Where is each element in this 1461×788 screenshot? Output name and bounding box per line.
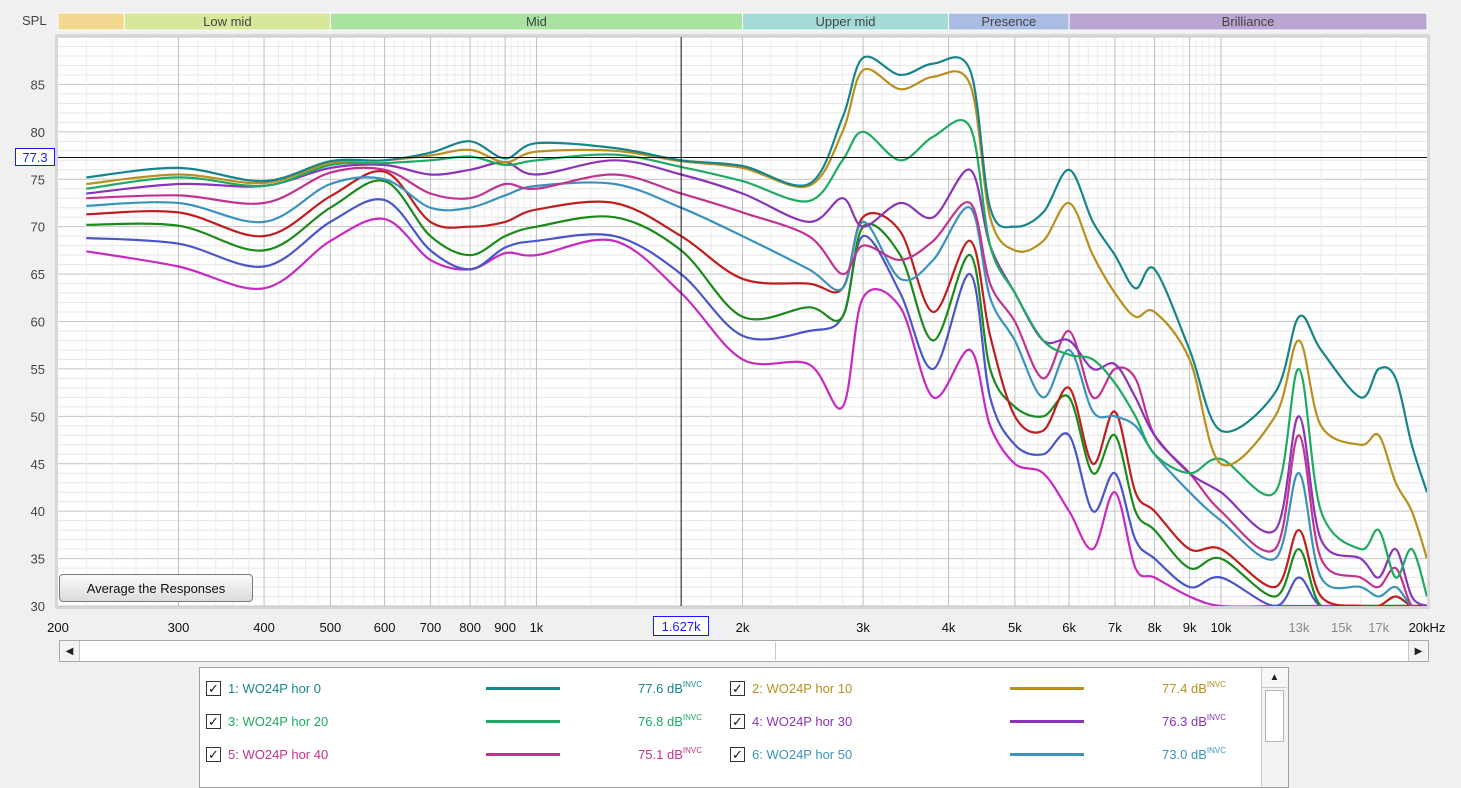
legend-item[interactable]: ✓ 2: WO24P hor 10 77.4 dBINVC	[730, 677, 1226, 699]
legend-checkbox[interactable]: ✓	[206, 680, 221, 696]
y-tick-label: 55	[31, 362, 45, 377]
x-tick-label: 2k	[736, 620, 750, 635]
legend-level-value: 77.4 dBINVC	[1162, 680, 1226, 696]
x-tick-label: 5k	[1008, 620, 1022, 635]
legend-label: 3: WO24P hor 20	[228, 713, 329, 729]
legend-label: 1: WO24P hor 0	[228, 680, 321, 696]
y-axis-label: SPL	[22, 13, 47, 28]
legend-item[interactable]: ✓ 5: WO24P hor 40 75.1 dBINVC	[206, 743, 702, 765]
band-label: Low mid	[203, 14, 251, 29]
legend-checkbox[interactable]: ✓	[206, 713, 221, 729]
x-tick-label: 500	[320, 620, 342, 635]
x-tick-label: 15k	[1331, 620, 1352, 635]
legend-level-suffix: INVC	[682, 713, 702, 722]
legend-level-number: 75.1 dB	[638, 747, 683, 762]
legend-level-value: 73.0 dBINVC	[1162, 746, 1226, 762]
legend-level-suffix: INVC	[682, 680, 702, 689]
legend-level-value: 75.1 dBINVC	[638, 746, 702, 762]
legend-level-number: 77.4 dB	[1162, 681, 1207, 696]
x-tick-label: 6k	[1062, 620, 1076, 635]
x-tick-label: 300	[168, 620, 190, 635]
band-0	[57, 12, 125, 31]
x-tick-label: 9k	[1183, 620, 1197, 635]
cursor-spl-readout: 77.3	[15, 148, 55, 167]
legend-checkbox[interactable]: ✓	[730, 746, 745, 762]
x-tick-label: 17k	[1368, 620, 1389, 635]
measurement-legend[interactable]: ▲ ✓ 1: WO24P hor 0 77.6 dBINVC ✓ 2: WO24P ho…	[199, 667, 1289, 788]
legend-line-swatch	[486, 753, 560, 756]
legend-level-suffix: INVC	[1206, 680, 1226, 689]
legend-item[interactable]: ✓ 3: WO24P hor 20 76.8 dBINVC	[206, 710, 702, 732]
x-tick-label: 400	[253, 620, 275, 635]
legend-checkbox[interactable]: ✓	[730, 713, 745, 729]
legend-level-number: 73.0 dB	[1162, 747, 1207, 762]
x-tick-label: 200	[47, 620, 69, 635]
legend-label: 4: WO24P hor 30	[752, 713, 853, 729]
y-tick-label: 80	[31, 125, 45, 140]
scroll-right-icon[interactable]: ▶	[1408, 641, 1428, 661]
legend-level-suffix: INVC	[682, 746, 702, 755]
x-tick-label: 8k	[1148, 620, 1162, 635]
x-tick-label: 800	[459, 620, 481, 635]
y-tick-label: 70	[31, 220, 45, 235]
legend-scrollbar[interactable]: ▲	[1261, 668, 1288, 787]
legend-item[interactable]: ✓ 4: WO24P hor 30 76.3 dBINVC	[730, 710, 1226, 732]
y-tick-label: 60	[31, 315, 45, 330]
average-responses-button[interactable]: Average the Responses	[59, 574, 253, 602]
legend-line-swatch	[486, 687, 560, 690]
legend-label: 6: WO24P hor 50	[752, 746, 853, 762]
legend-line-swatch	[1010, 753, 1084, 756]
legend-checkbox[interactable]: ✓	[730, 680, 745, 696]
scroll-left-icon[interactable]: ◀	[60, 641, 80, 661]
x-tick-label: 7k	[1108, 620, 1122, 635]
y-tick-label: 45	[31, 457, 45, 472]
frequency-response-chart[interactable]: Low mid Mid Upper mid Presence Brilliance SP…	[0, 0, 1461, 640]
horizontal-scrollbar[interactable]: ◀ ▶	[59, 640, 1429, 662]
scrollbar-thumb[interactable]	[80, 642, 776, 660]
y-tick-label: 50	[31, 409, 45, 424]
x-tick-label: 13k	[1288, 620, 1309, 635]
x-tick-label: 1k	[530, 620, 544, 635]
y-tick-label: 40	[31, 504, 45, 519]
legend-level-number: 77.6 dB	[638, 681, 683, 696]
legend-scrollbar-thumb[interactable]	[1265, 690, 1284, 742]
cursor-frequency-readout: 1.627k	[653, 616, 710, 636]
legend-level-number: 76.8 dB	[638, 714, 683, 729]
y-tick-label: 65	[31, 267, 45, 282]
x-tick-label: 4k	[942, 620, 956, 635]
band-label: Presence	[981, 14, 1036, 29]
x-tick-label: 20kHz	[1409, 620, 1446, 635]
legend-line-swatch	[486, 720, 560, 723]
legend-level-suffix: INVC	[1206, 713, 1226, 722]
legend-level-value: 76.8 dBINVC	[638, 713, 702, 729]
legend-level-number: 76.3 dB	[1162, 714, 1207, 729]
y-tick-label: 35	[31, 552, 45, 567]
legend-label: 2: WO24P hor 10	[752, 680, 853, 696]
legend-level-suffix: INVC	[1206, 746, 1226, 755]
scroll-up-icon[interactable]: ▲	[1262, 668, 1287, 688]
y-tick-label: 85	[31, 77, 45, 92]
x-tick-label: 10k	[1210, 620, 1231, 635]
legend-item[interactable]: ✓ 1: WO24P hor 0 77.6 dBINVC	[206, 677, 702, 699]
legend-line-swatch	[1010, 720, 1084, 723]
legend-checkbox[interactable]: ✓	[206, 746, 221, 762]
x-tick-label: 900	[494, 620, 516, 635]
band-label: Brilliance	[1222, 14, 1275, 29]
x-tick-label: 3k	[856, 620, 870, 635]
legend-level-value: 77.6 dBINVC	[638, 680, 702, 696]
y-tick-label: 75	[31, 172, 45, 187]
band-label: Upper mid	[816, 14, 876, 29]
x-tick-label: 600	[374, 620, 396, 635]
frequency-band-bar: Low mid Mid Upper mid Presence Brilliance	[57, 12, 1428, 31]
legend-level-value: 76.3 dBINVC	[1162, 713, 1226, 729]
x-axis-ticks: 200 300 400 500 600 700 800 900 1k 2k 3k 4k 5k 6k 7k 8k…	[47, 620, 1445, 635]
y-tick-label: 30	[31, 599, 45, 614]
legend-label: 5: WO24P hor 40	[228, 746, 329, 762]
x-tick-label: 700	[420, 620, 442, 635]
band-label: Mid	[526, 14, 547, 29]
legend-item[interactable]: ✓ 6: WO24P hor 50 73.0 dBINVC	[730, 743, 1226, 765]
legend-line-swatch	[1010, 687, 1084, 690]
